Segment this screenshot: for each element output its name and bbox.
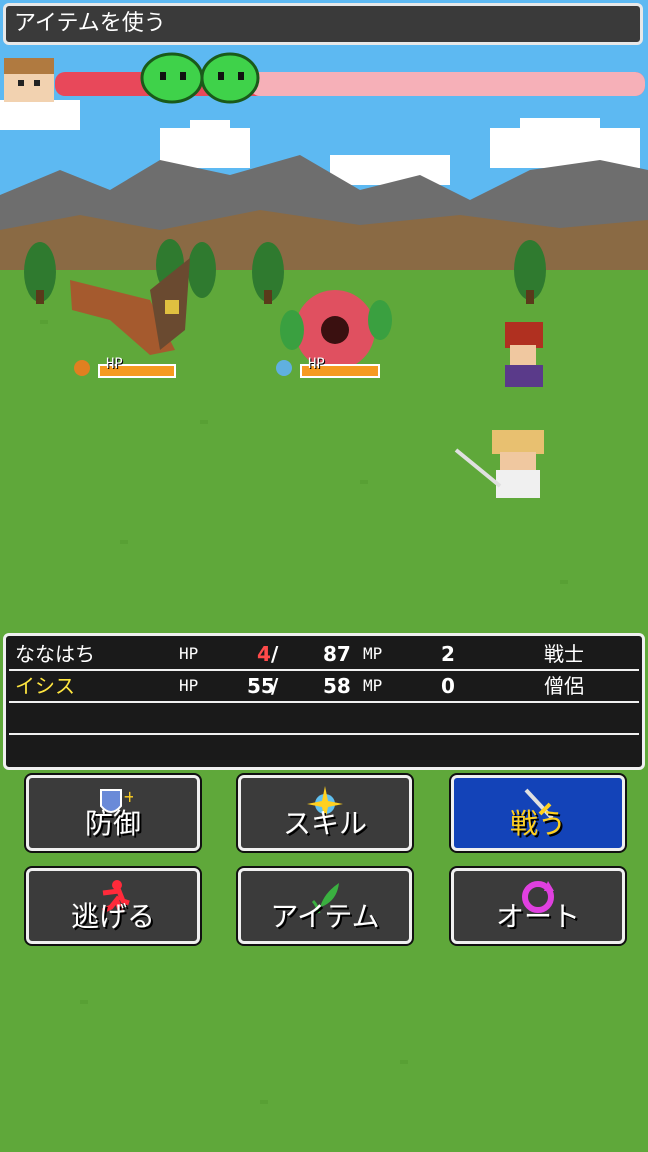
member-name: ななはち	[15, 642, 95, 666]
hp-max: 58	[323, 674, 351, 698]
battle-message-bar: アイテムを使う	[3, 3, 643, 45]
skill-button[interactable]: スキル	[238, 775, 412, 851]
battle-scene	[0, 0, 648, 1152]
party-row[interactable]: イシス HP 55 / 58 MP 0 僧侶	[9, 671, 639, 703]
defend-label: 防御	[84, 807, 141, 840]
enemy-hp-label-flower: HP	[308, 356, 325, 372]
member-job: 僧侶	[544, 674, 584, 698]
turn-portrait-hero	[4, 58, 54, 102]
mp-current: 0	[441, 674, 455, 698]
fight-button[interactable]: 戦う	[451, 775, 625, 851]
auto-label: オート	[495, 900, 580, 933]
mp-current: 2	[441, 642, 455, 666]
member-job: 戦士	[544, 642, 584, 666]
item-label: アイテム	[270, 900, 380, 933]
hp-max: 87	[323, 642, 351, 666]
battle-message: アイテムを使う	[14, 11, 166, 36]
member-name: イシス	[15, 674, 75, 698]
defend-button[interactable]: + 防御	[26, 775, 200, 851]
party-row-empty	[9, 703, 639, 735]
skill-label: スキル	[282, 807, 367, 840]
escape-button[interactable]: 逃げる	[26, 868, 200, 944]
auto-button[interactable]: オート	[451, 868, 625, 944]
hp-current: 4	[257, 642, 271, 666]
hp-label: HP	[179, 676, 199, 695]
fight-label: 戦う	[509, 807, 566, 840]
hp-slash: /	[271, 674, 279, 698]
party-status-panel: ななはち HP 4 / 87 MP 2 戦士 イシス HP 55 / 58 MP…	[3, 633, 645, 770]
hp-label: HP	[179, 644, 199, 663]
party-row[interactable]: ななはち HP 4 / 87 MP 2 戦士	[9, 639, 639, 671]
mp-label: MP	[363, 644, 383, 663]
hp-slash: /	[271, 642, 279, 666]
enemy-hp-label-hawk: HP	[106, 356, 123, 372]
item-button[interactable]: アイテム	[238, 868, 412, 944]
mp-label: MP	[363, 676, 383, 695]
party-row-empty	[9, 735, 639, 765]
escape-label: 逃げる	[70, 900, 155, 933]
